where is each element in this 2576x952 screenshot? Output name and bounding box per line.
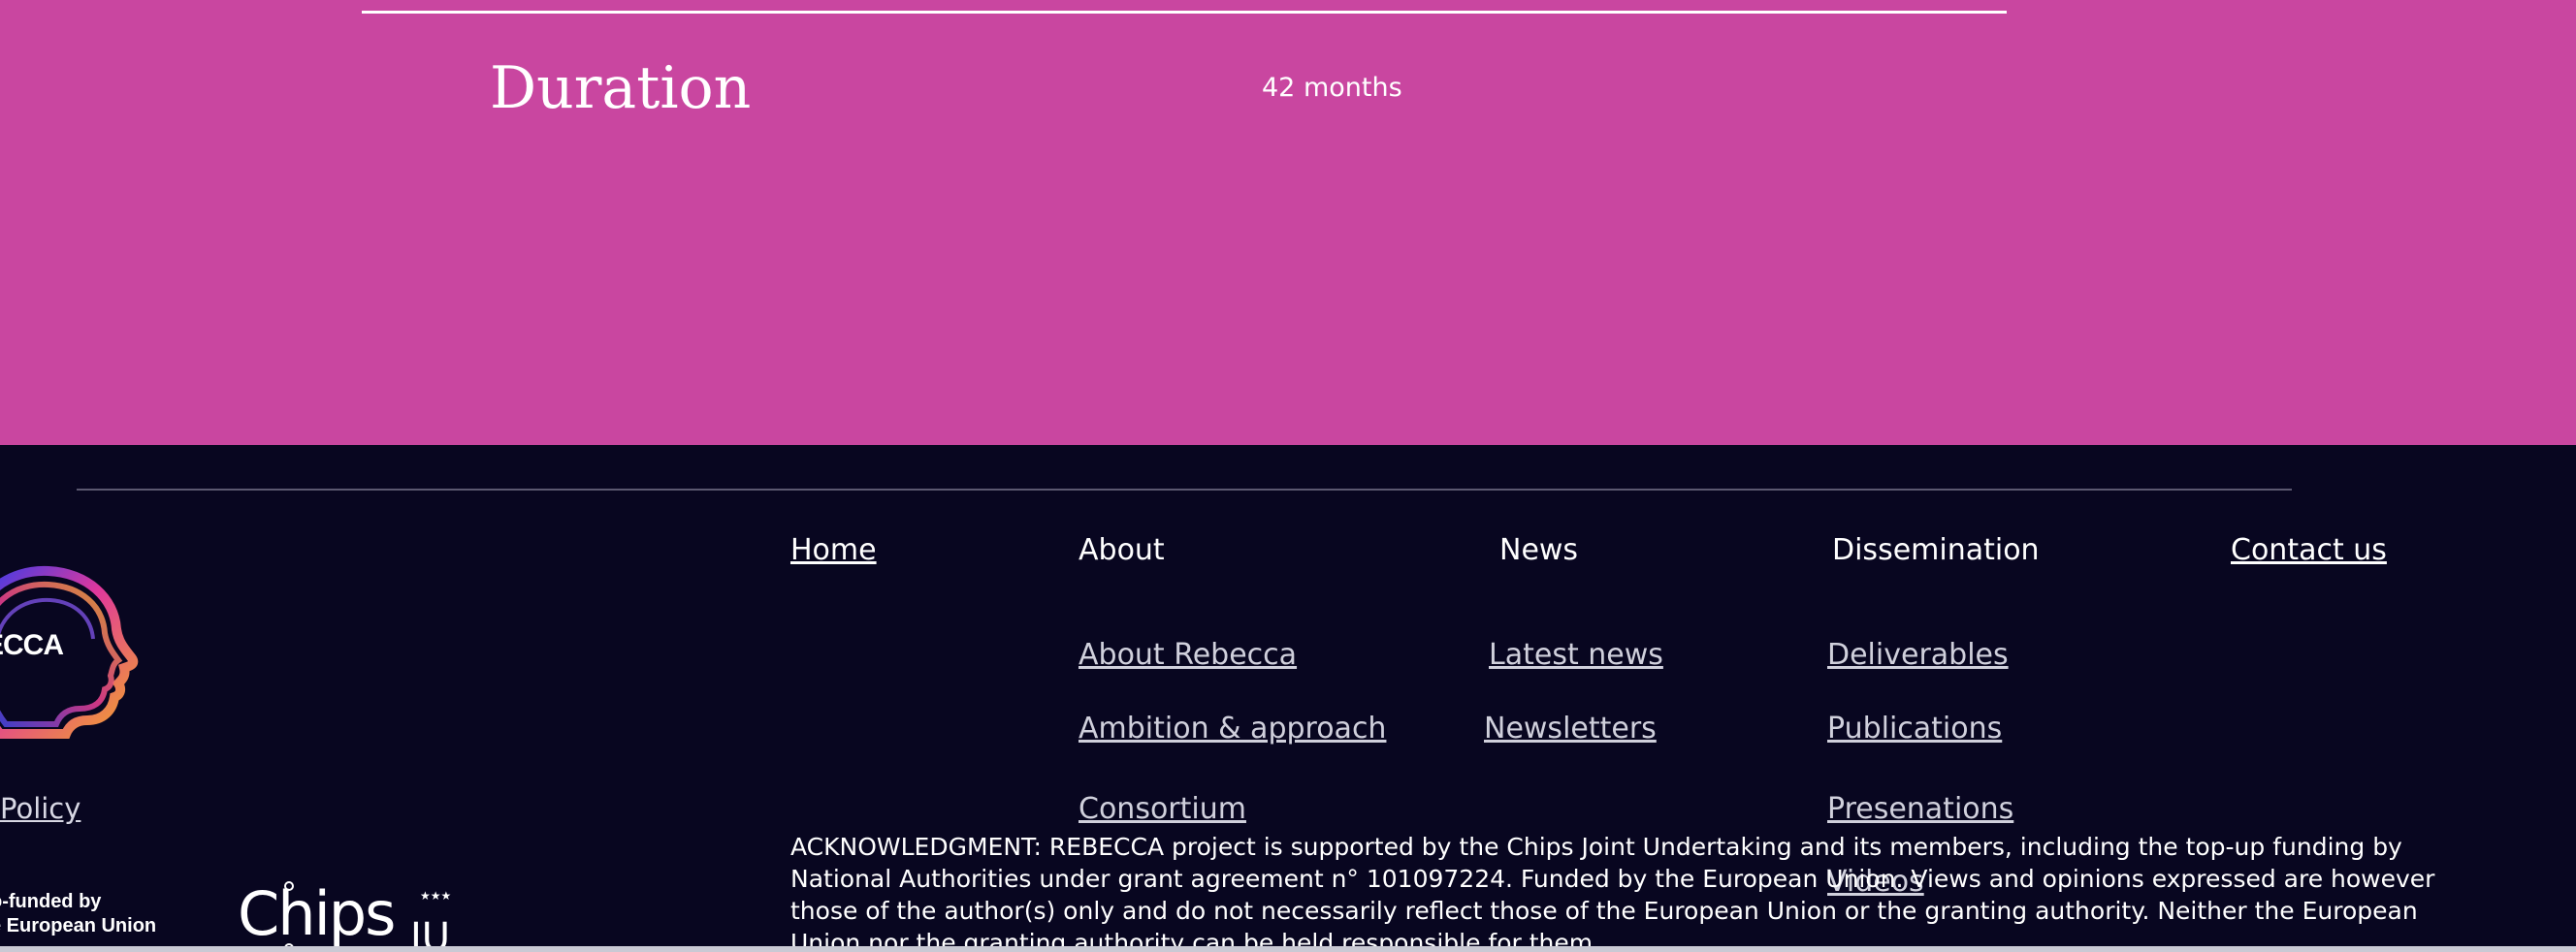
chips-logo-stars: ★★★ (420, 889, 451, 903)
nav-contact-link[interactable]: Contact us (2231, 533, 2387, 568)
publications-link[interactable]: Publications (1827, 712, 2002, 746)
duration-value: 42 months (1262, 73, 1402, 103)
newsletters-link[interactable]: Newsletters (1484, 712, 1657, 746)
eu-cofunded-line-1: o-funded by (0, 891, 102, 912)
presentations-link[interactable]: Presenations (1827, 792, 2013, 827)
acknowledgment-text: ACKNOWLEDGMENT: REBECCA project is suppo… (790, 833, 2435, 952)
eu-cofunded-line-2: e European Union (0, 915, 157, 936)
nav-dissemination-heading[interactable]: Dissemination (1832, 533, 2040, 568)
footer-divider (77, 489, 2292, 491)
ambition-approach-link[interactable]: Ambition & approach (1079, 712, 1386, 746)
nav-home-link[interactable]: Home (790, 533, 877, 568)
rebecca-logo-text: ECCA (0, 629, 64, 661)
nav-news-heading[interactable]: News (1499, 533, 1578, 568)
bottom-edge-bar (0, 946, 2576, 952)
consortium-link[interactable]: Consortium (1079, 792, 1246, 827)
latest-news-link[interactable]: Latest news (1489, 638, 1663, 673)
nav-about-heading[interactable]: About (1079, 533, 1165, 568)
duration-label: Duration (490, 54, 752, 122)
site-footer: ECCA Policy o-funded by e European Union… (0, 445, 2576, 952)
eu-cofunded-label: o-funded by e European Union (0, 890, 156, 938)
chips-logo-text: Chips (238, 878, 394, 949)
project-info-section: Duration 42 months (0, 0, 2576, 445)
about-rebecca-link[interactable]: About Rebecca (1079, 638, 1297, 673)
chips-ju-logo: Chips ★★★ JU (238, 878, 451, 952)
policy-link[interactable]: Policy (0, 792, 80, 825)
section-divider (362, 11, 2007, 14)
deliverables-link[interactable]: Deliverables (1827, 638, 2009, 673)
